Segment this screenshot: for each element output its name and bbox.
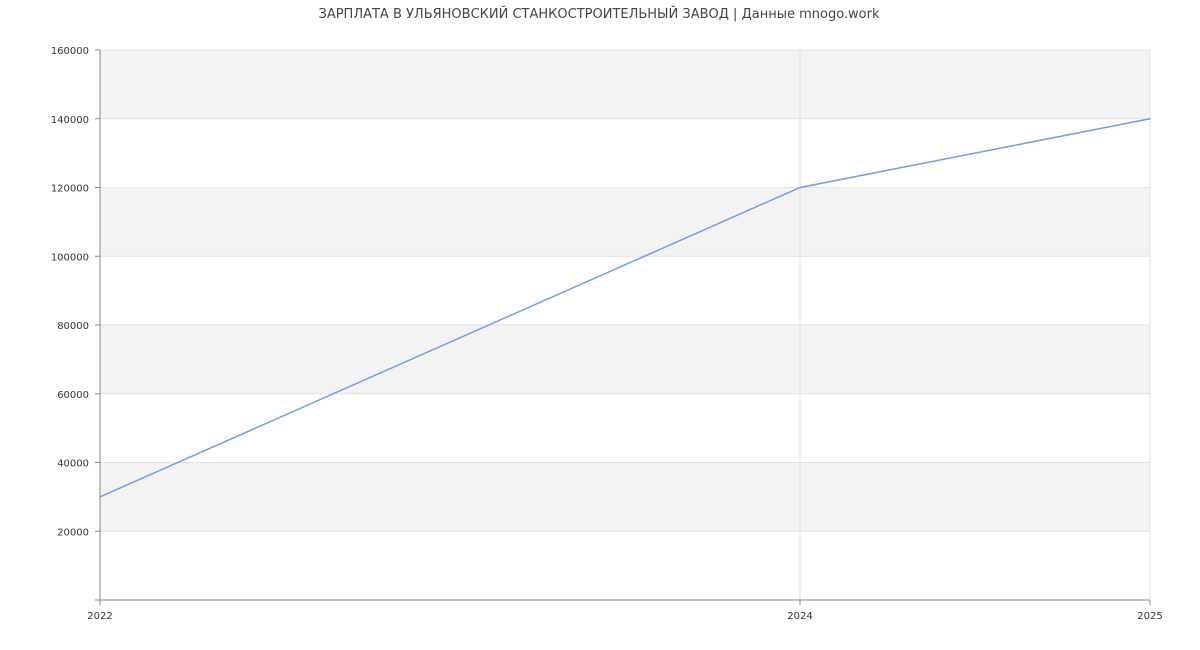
x-tick-label: 2024 [787,611,812,622]
y-tick-label: 20000 [57,527,89,538]
data-point [799,186,801,189]
data-point [1149,117,1151,120]
data-point [99,496,101,498]
chart-title: ЗАРПЛАТА В УЛЬЯНОВСКИЙ СТАНКОСТРОИТЕЛЬНЫ… [318,6,879,22]
background-band [100,325,1150,394]
series-line-segment [799,118,1151,189]
series-lines [99,117,1151,498]
line-chart: 20000 40000 60000 80000 100000 120000 140000 16… [51,6,1163,622]
y-tick-label: 100000 [51,252,89,263]
background-band [100,50,1150,119]
chart-container: 20000 40000 60000 80000 100000 120000 140000 16… [0,0,1200,650]
y-tick-label: 40000 [57,459,89,470]
x-tick-label: 2022 [87,611,112,622]
y-tick-label: 60000 [57,390,89,401]
background-band [100,462,1150,532]
background-bands [100,50,1150,532]
y-tick-label: 140000 [51,115,89,126]
y-tick-label: 80000 [57,321,89,332]
y-tick-label: 120000 [51,184,89,195]
background-band [100,187,1150,257]
x-tick-label: 2025 [1137,611,1162,622]
y-tick-label: 160000 [51,46,89,57]
